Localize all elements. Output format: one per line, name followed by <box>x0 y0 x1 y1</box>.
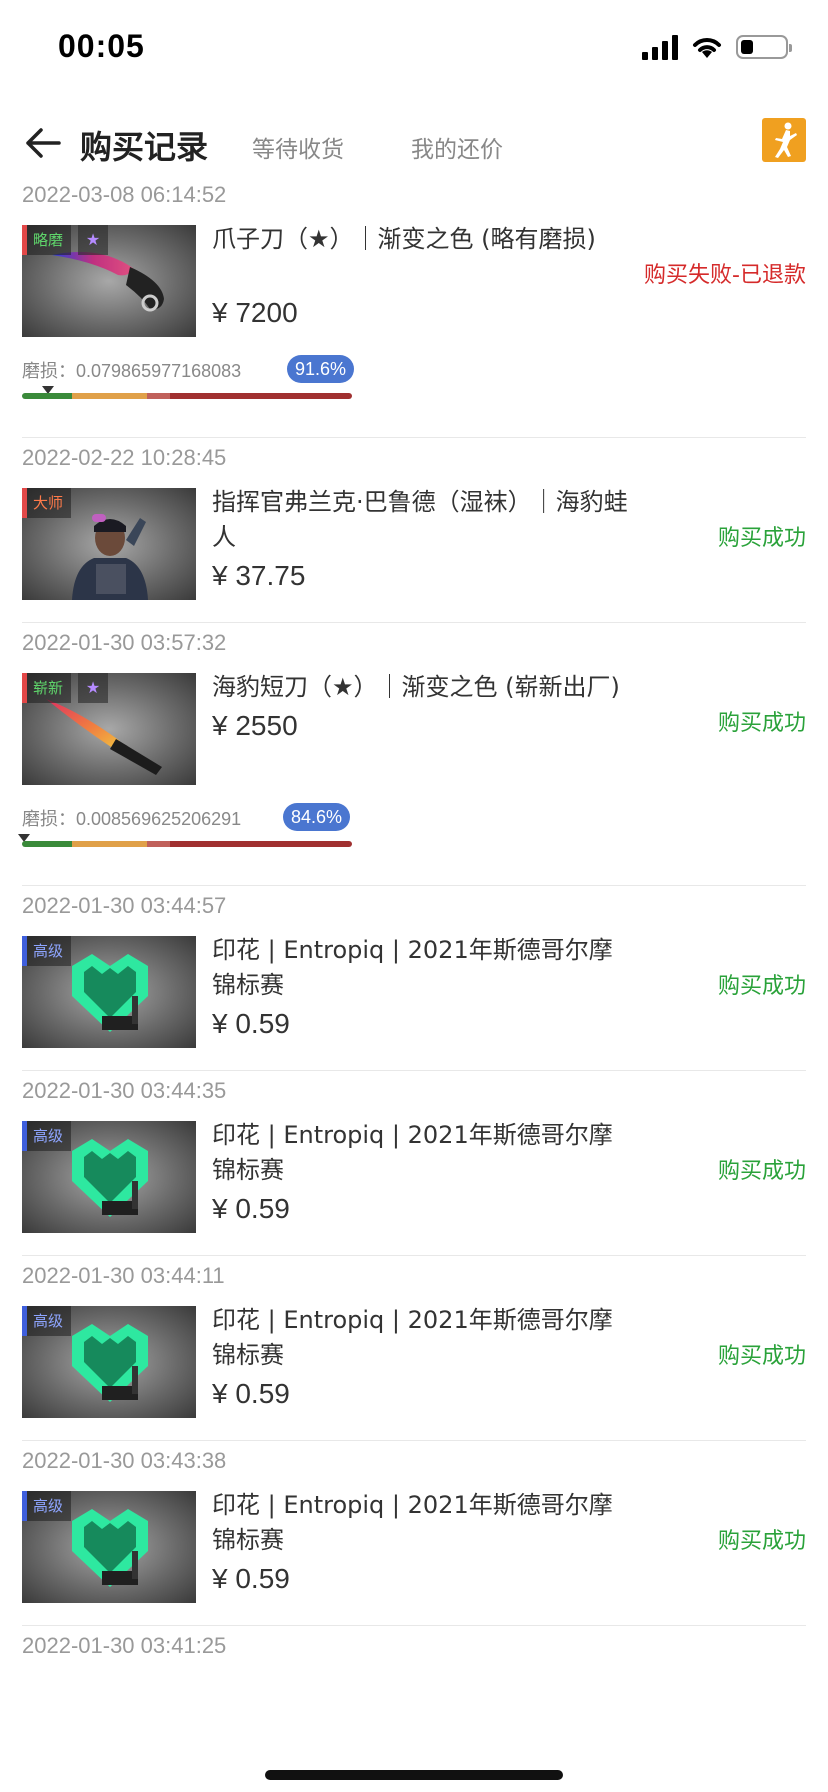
record-body: 略磨 ★ 爪子刀（★）｜渐变之色 (略有磨损) ¥ 7200 购买失败-已退款 <box>22 225 806 337</box>
record-body: 高级 印花 | Entropiq | 2021年斯德哥尔摩锦标赛 ¥ 0.59 … <box>22 936 806 1048</box>
purchase-status: 购买成功 <box>717 1529 806 1554</box>
item-thumbnail[interactable]: 大师 <box>22 488 196 600</box>
page-title: 购买记录 <box>80 128 209 166</box>
record-body: 高级 印花 | Entropiq | 2021年斯德哥尔摩锦标赛 ¥ 0.59 … <box>22 1491 806 1603</box>
record-time: 2022-01-30 03:57:32 <box>22 630 227 655</box>
wifi-icon <box>693 38 721 58</box>
quality-tag: 高级 <box>22 1491 72 1521</box>
quality-tag: 高级 <box>22 936 72 966</box>
quality-tag: 高级 <box>22 1306 72 1336</box>
record-time: 2022-03-08 06:14:52 <box>22 182 227 207</box>
purchase-status: 购买成功 <box>717 711 806 736</box>
quality-tag: 高级 <box>22 1121 72 1151</box>
star-badge: ★ <box>78 673 108 703</box>
item-name: 指挥官弗兰克·巴鲁德（湿袜）｜海豹蛙人 <box>212 488 628 551</box>
record-time: 2022-02-22 10:28:45 <box>22 445 227 470</box>
item-name: 海豹短刀（★）｜渐变之色 (崭新出厂) <box>212 673 620 701</box>
item-price: ¥ 2550 <box>212 710 298 741</box>
counter-strike-logo-icon <box>775 122 797 158</box>
record-item[interactable]: 2022-01-30 03:43:38 高级 印花 | Entropiq | 2… <box>22 1441 806 1626</box>
home-indicator[interactable] <box>265 1770 563 1780</box>
item-price: ¥ 0.59 <box>212 1563 290 1594</box>
quality-tag: 崭新 <box>22 673 72 703</box>
record-item[interactable]: 2022-03-08 06:14:52 略磨 ★ 爪子刀（★）｜渐变之色 (略有… <box>22 175 806 438</box>
purchase-status: 购买成功 <box>717 1159 806 1184</box>
battery-icon <box>736 35 792 59</box>
status-bar: 00:05 <box>0 0 828 100</box>
record-item[interactable]: 2022-01-30 03:41:25 <box>22 1626 806 1676</box>
item-price: ¥ 0.59 <box>212 1378 290 1409</box>
item-price: ¥ 37.75 <box>212 560 306 591</box>
record-body: 高级 印花 | Entropiq | 2021年斯德哥尔摩锦标赛 ¥ 0.59 … <box>22 1121 806 1233</box>
item-thumbnail[interactable]: 高级 <box>22 1121 196 1233</box>
back-arrow-icon <box>26 128 61 158</box>
wear-section: 磨损：0.008569625206291 84.6% <box>18 785 806 863</box>
wear-label: 磨损：0.008569625206291 <box>22 809 242 829</box>
record-item[interactable]: 2022-01-30 03:44:57 高级 印花 | Entropiq | 2… <box>22 886 806 1071</box>
wear-percent-badge: 91.6% <box>287 355 355 383</box>
purchase-record-list: 2022-03-08 06:14:52 略磨 ★ 爪子刀（★）｜渐变之色 (略有… <box>18 175 806 1676</box>
cellular-signal-icon <box>642 34 678 60</box>
record-item[interactable]: 2022-01-30 03:57:32 崭新 ★ 海豹短刀（★）｜渐变之色 (崭… <box>18 623 806 886</box>
item-name: 印花 | Entropiq | 2021年斯德哥尔摩锦标赛 <box>212 936 613 999</box>
game-switch-button[interactable] <box>762 118 806 162</box>
header: 购买记录 等待收货 我的还价 <box>0 108 828 178</box>
wear-bar <box>22 393 352 399</box>
item-thumbnail[interactable]: 高级 <box>22 1306 196 1418</box>
tab-my-bargain[interactable]: 我的还价 <box>411 130 503 164</box>
record-time: 2022-01-30 03:44:11 <box>22 1263 225 1288</box>
record-time: 2022-01-30 03:44:35 <box>22 1078 227 1103</box>
record-time: 2022-01-30 03:44:57 <box>22 893 227 918</box>
wear-label: 磨损：0.079865977168083 <box>22 361 242 381</box>
item-name: 印花 | Entropiq | 2021年斯德哥尔摩锦标赛 <box>212 1121 613 1184</box>
record-body: 大师 指挥官弗兰克·巴鲁德（湿袜）｜海豹蛙人 ¥ 37.75 购买成功 <box>22 488 806 600</box>
tab-waiting-delivery[interactable]: 等待收货 <box>252 130 344 164</box>
wear-bar <box>22 841 352 847</box>
record-body: 崭新 ★ 海豹短刀（★）｜渐变之色 (崭新出厂) ¥ 2550 购买成功 <box>22 673 806 785</box>
item-name: 印花 | Entropiq | 2021年斯德哥尔摩锦标赛 <box>212 1491 613 1554</box>
record-time: 2022-01-30 03:43:38 <box>22 1448 227 1473</box>
item-thumbnail[interactable]: 高级 <box>22 936 196 1048</box>
status-icons <box>642 34 792 60</box>
record-body: 高级 印花 | Entropiq | 2021年斯德哥尔摩锦标赛 ¥ 0.59 … <box>22 1306 806 1418</box>
item-price: ¥ 7200 <box>212 297 298 328</box>
quality-tag: 大师 <box>22 488 72 518</box>
star-badge: ★ <box>78 225 108 255</box>
purchase-status: 购买成功 <box>717 1344 806 1369</box>
quality-tag: 略磨 <box>22 225 72 255</box>
record-item[interactable]: 2022-02-22 10:28:45 大师 指挥官弗兰克·巴鲁德（湿袜）｜海豹… <box>22 438 806 623</box>
purchase-status: 购买失败-已退款 <box>644 263 806 288</box>
purchase-status: 购买成功 <box>717 526 806 551</box>
item-thumbnail[interactable]: 略磨 ★ <box>22 225 196 337</box>
record-item[interactable]: 2022-01-30 03:44:35 高级 印花 | Entropiq | 2… <box>22 1071 806 1256</box>
record-item[interactable]: 2022-01-30 03:44:11 高级 印花 | Entropiq | 2… <box>22 1256 806 1441</box>
item-price: ¥ 0.59 <box>212 1193 290 1224</box>
item-thumbnail[interactable]: 高级 <box>22 1491 196 1603</box>
item-thumbnail[interactable]: 崭新 ★ <box>22 673 196 785</box>
item-name: 印花 | Entropiq | 2021年斯德哥尔摩锦标赛 <box>212 1306 613 1369</box>
wear-percent-badge: 84.6% <box>283 803 351 831</box>
status-time: 00:05 <box>58 28 145 64</box>
wear-section: 磨损：0.079865977168083 91.6% <box>22 337 806 415</box>
item-price: ¥ 0.59 <box>212 1008 290 1039</box>
purchase-status: 购买成功 <box>717 974 806 999</box>
record-time: 2022-01-30 03:41:25 <box>22 1633 227 1658</box>
item-name: 爪子刀（★）｜渐变之色 (略有磨损) <box>212 225 596 253</box>
back-button[interactable] <box>18 118 68 168</box>
